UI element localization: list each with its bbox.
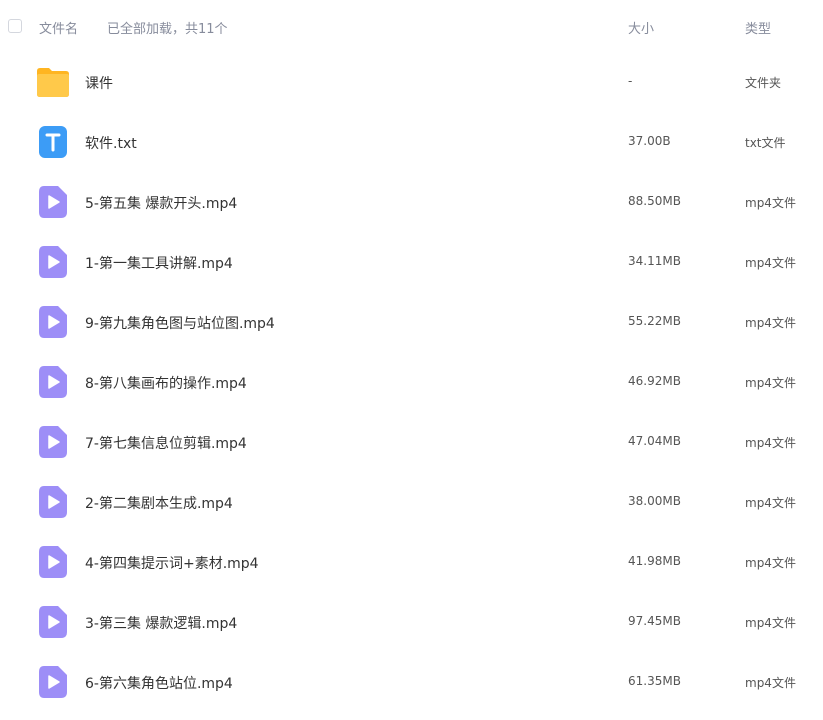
file-name[interactable]: 软件.txt (85, 133, 137, 153)
file-list-header: 文件名 已全部加载，共11个 大小 类型 (0, 0, 823, 52)
file-size: 97.45MB (628, 614, 681, 628)
file-row[interactable]: 课件 - 文件夹 (0, 52, 823, 112)
column-header-type[interactable]: 类型 (745, 18, 771, 37)
file-name[interactable]: 8-第八集画布的操作.mp4 (85, 373, 247, 393)
file-row[interactable]: 7-第七集信息位剪辑.mp4 47.04MB mp4文件 (0, 412, 823, 472)
file-size: 34.11MB (628, 254, 681, 268)
file-name[interactable]: 9-第九集角色图与站位图.mp4 (85, 313, 275, 333)
text-file-icon (36, 125, 70, 159)
file-rows: 课件 - 文件夹软件.txt 37.00B txt文件 5-第五集 爆款开头.mp4 88.… (0, 52, 823, 712)
file-row[interactable]: 4-第四集提示词+素材.mp4 41.98MB mp4文件 (0, 532, 823, 592)
file-size: 88.50MB (628, 194, 681, 208)
file-type: mp4文件 (745, 196, 796, 210)
video-file-icon (36, 245, 70, 279)
video-file-icon (36, 605, 70, 639)
video-file-icon (36, 545, 70, 579)
file-row[interactable]: 6-第六集角色站位.mp4 61.35MB mp4文件 (0, 652, 823, 712)
file-name[interactable]: 2-第二集剧本生成.mp4 (85, 493, 233, 513)
column-header-size[interactable]: 大小 (628, 18, 654, 37)
file-size: 41.98MB (628, 554, 681, 568)
file-type: 文件夹 (745, 76, 782, 90)
file-row[interactable]: 5-第五集 爆款开头.mp4 88.50MB mp4文件 (0, 172, 823, 232)
column-header-name[interactable]: 文件名 (39, 18, 78, 37)
file-row[interactable]: 8-第八集画布的操作.mp4 46.92MB mp4文件 (0, 352, 823, 412)
file-size: 55.22MB (628, 314, 681, 328)
file-type: mp4文件 (745, 256, 796, 270)
load-status-text: 已全部加载，共11个 (107, 22, 228, 37)
file-size: 61.35MB (628, 674, 681, 688)
video-file-icon (36, 425, 70, 459)
file-row[interactable]: 9-第九集角色图与站位图.mp4 55.22MB mp4文件 (0, 292, 823, 352)
video-file-icon (36, 365, 70, 399)
file-type: mp4文件 (745, 556, 796, 570)
file-size: 47.04MB (628, 434, 681, 448)
video-file-icon (36, 665, 70, 699)
file-type: mp4文件 (745, 376, 796, 390)
file-type: mp4文件 (745, 676, 796, 690)
file-row[interactable]: 3-第三集 爆款逻辑.mp4 97.45MB mp4文件 (0, 592, 823, 652)
folder-icon (36, 65, 70, 99)
select-all-checkbox[interactable] (8, 19, 22, 33)
file-name[interactable]: 4-第四集提示词+素材.mp4 (85, 553, 259, 573)
file-type: mp4文件 (745, 436, 796, 450)
file-name[interactable]: 1-第一集工具讲解.mp4 (85, 253, 233, 273)
file-type: mp4文件 (745, 316, 796, 330)
file-name[interactable]: 7-第七集信息位剪辑.mp4 (85, 433, 247, 453)
video-file-icon (36, 485, 70, 519)
file-type: mp4文件 (745, 496, 796, 510)
file-type: txt文件 (745, 136, 786, 150)
file-list: 文件名 已全部加载，共11个 大小 类型 课件 - 文件夹软件.txt 37.00B t… (0, 0, 823, 720)
file-size: 37.00B (628, 134, 671, 148)
video-file-icon (36, 185, 70, 219)
file-size: 46.92MB (628, 374, 681, 388)
video-file-icon (36, 305, 70, 339)
file-type: mp4文件 (745, 616, 796, 630)
file-row[interactable]: 2-第二集剧本生成.mp4 38.00MB mp4文件 (0, 472, 823, 532)
file-name[interactable]: 课件 (85, 73, 113, 93)
file-name[interactable]: 3-第三集 爆款逻辑.mp4 (85, 613, 237, 633)
file-row[interactable]: 软件.txt 37.00B txt文件 (0, 112, 823, 172)
file-size: 38.00MB (628, 494, 681, 508)
file-row[interactable]: 1-第一集工具讲解.mp4 34.11MB mp4文件 (0, 232, 823, 292)
file-name[interactable]: 5-第五集 爆款开头.mp4 (85, 193, 237, 213)
file-size: - (628, 74, 633, 88)
file-name[interactable]: 6-第六集角色站位.mp4 (85, 673, 233, 693)
